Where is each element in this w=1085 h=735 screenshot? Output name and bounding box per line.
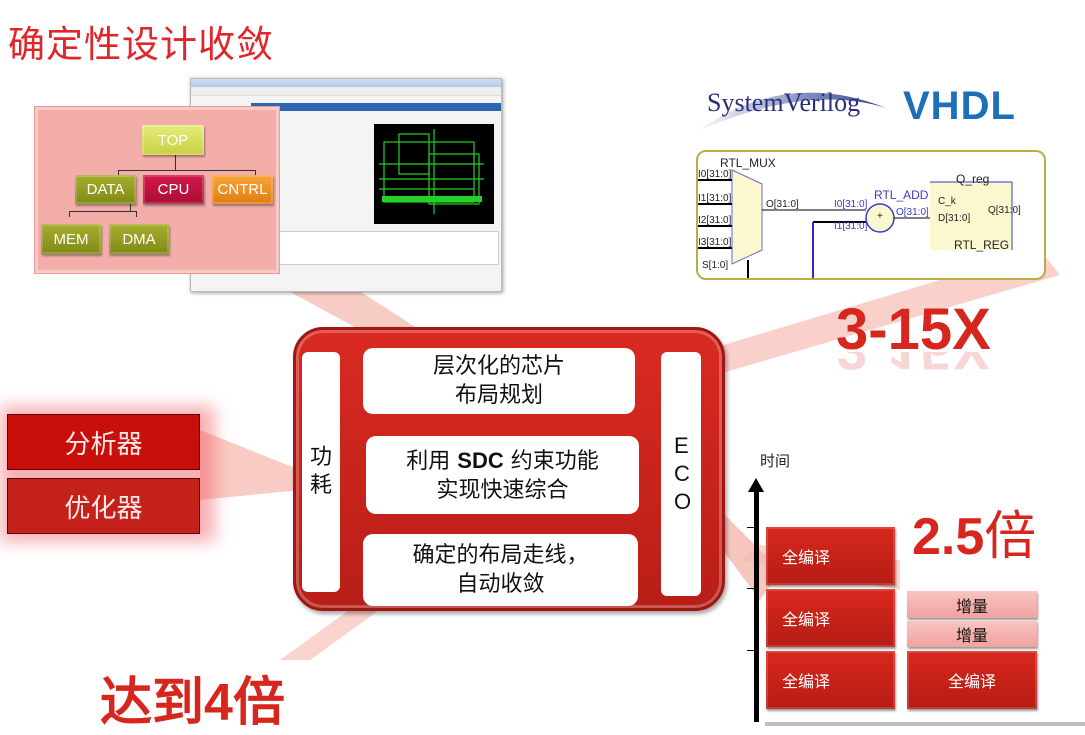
floorplan-line-2: 布局规划 (454, 383, 543, 408)
pnr-line-1: 确定的布局走线， (412, 543, 589, 568)
axis-tick (747, 650, 757, 651)
block-data: DATA (75, 175, 136, 204)
synthesis-suffix: 约束功能 (503, 448, 599, 474)
reg-d: D[31:0] (938, 213, 971, 224)
optimizer-block: 优化器 (7, 478, 200, 534)
floorplan-line-1: 层次化的芯片 (432, 354, 565, 379)
eco-bar-label: ECO (674, 433, 692, 514)
pnr-box: 确定的布局走线， 自动收敛 (363, 534, 638, 606)
reg-name: Q_reg (956, 172, 990, 186)
block-mem: MEM (41, 224, 101, 254)
synthesis-prefix: 利用 (406, 448, 458, 474)
analyzer-block: 分析器 (7, 414, 200, 470)
mux-input-2: I2[31:0] (698, 215, 732, 226)
mux-input-1: I1[31:0] (698, 193, 732, 204)
adder-symbol: + (877, 211, 883, 222)
rtl-schematic: RTL_MUX I0[31:0] I1[31:0] I2[31:0] I3[31… (696, 150, 1046, 280)
pnr-line-2: 自动收敛 (456, 572, 545, 597)
pnr-speedup: 达到4倍 (100, 660, 285, 735)
ide-titlebar (191, 79, 501, 87)
mux-label: RTL_MUX (720, 156, 776, 170)
incremental-speedup-value: 2.5 (912, 508, 985, 566)
synthesis-line-1: 利用 SDC 约束功能 (406, 446, 598, 476)
pnr-speedup-prefix: 达到 (100, 673, 205, 733)
time-axis-label: 时间 (760, 452, 791, 470)
ray-tools (200, 430, 300, 500)
full-compile-left-2: 全编译 (766, 589, 895, 647)
ide-table (251, 231, 499, 265)
block-cpu: CPU (143, 175, 204, 204)
incremental-speedup-suffix: 倍 (984, 507, 1037, 567)
incremental-block-2: 增量 (907, 591, 1037, 618)
mux-output: O[31:0] (766, 199, 799, 210)
time-axis (754, 490, 759, 722)
adder-label: RTL_ADD (874, 188, 929, 202)
block-dma: DMA (109, 224, 169, 254)
reg-q: Q[31:0] (988, 205, 1021, 216)
mux-select: S[1:0] (702, 260, 729, 271)
sdc-label: SDC (457, 447, 504, 473)
page-title: 确定性设计收敛 (8, 23, 274, 66)
adder-input-0: I0[31:0] (834, 199, 868, 210)
full-compile-left-1: 全编译 (766, 651, 895, 709)
mux-input-3: I3[31:0] (698, 237, 732, 248)
ide-menubar (191, 87, 501, 96)
vhdl-logo: VHDL (903, 84, 1016, 128)
reg-clock: C_k (938, 196, 956, 207)
floorplan-box: 层次化的芯片 布局规划 (363, 348, 635, 414)
ide-tabbar (251, 103, 501, 111)
axis-tick (747, 527, 757, 528)
incremental-speedup: 2.5倍 (912, 494, 1036, 569)
full-compile-right: 全编译 (907, 651, 1037, 709)
power-bar-label: 功耗 (309, 445, 332, 498)
incremental-block-1: 增量 (907, 621, 1037, 647)
pnr-speedup-suffix: 倍 (232, 673, 285, 733)
block-cntrl: CNTRL (212, 175, 273, 204)
adder-output: O[31:0] (896, 207, 929, 218)
pnr-speedup-value: 4 (204, 674, 233, 732)
synthesis-line-2: 实现快速综合 (436, 477, 569, 503)
full-compile-left-3: 全编译 (766, 527, 895, 585)
systemverilog-logo: SystemVerilog (707, 88, 861, 117)
reg-type: RTL_REG (954, 238, 1010, 252)
synthesis-box: 利用 SDC 约束功能 实现快速综合 (366, 436, 639, 514)
eco-bar: ECO (661, 352, 701, 596)
block-top: TOP (142, 125, 204, 155)
axis-tick (747, 588, 757, 589)
mux-input-0: I0[31:0] (698, 169, 732, 180)
flow-frame: 功耗 ECO 层次化的芯片 布局规划 利用 SDC 约束功能 实现快速综合 确定… (293, 327, 725, 611)
synthesis-speedup-reflection: 3-15X (836, 352, 991, 382)
power-bar: 功耗 (302, 352, 340, 592)
ide-schematic-view (374, 124, 494, 224)
adder-input-1: I1[31:0] (834, 221, 868, 232)
chart-baseline (765, 722, 1085, 726)
hierarchy-panel: TOP DATA CPU CNTRL MEM DMA (34, 106, 280, 274)
